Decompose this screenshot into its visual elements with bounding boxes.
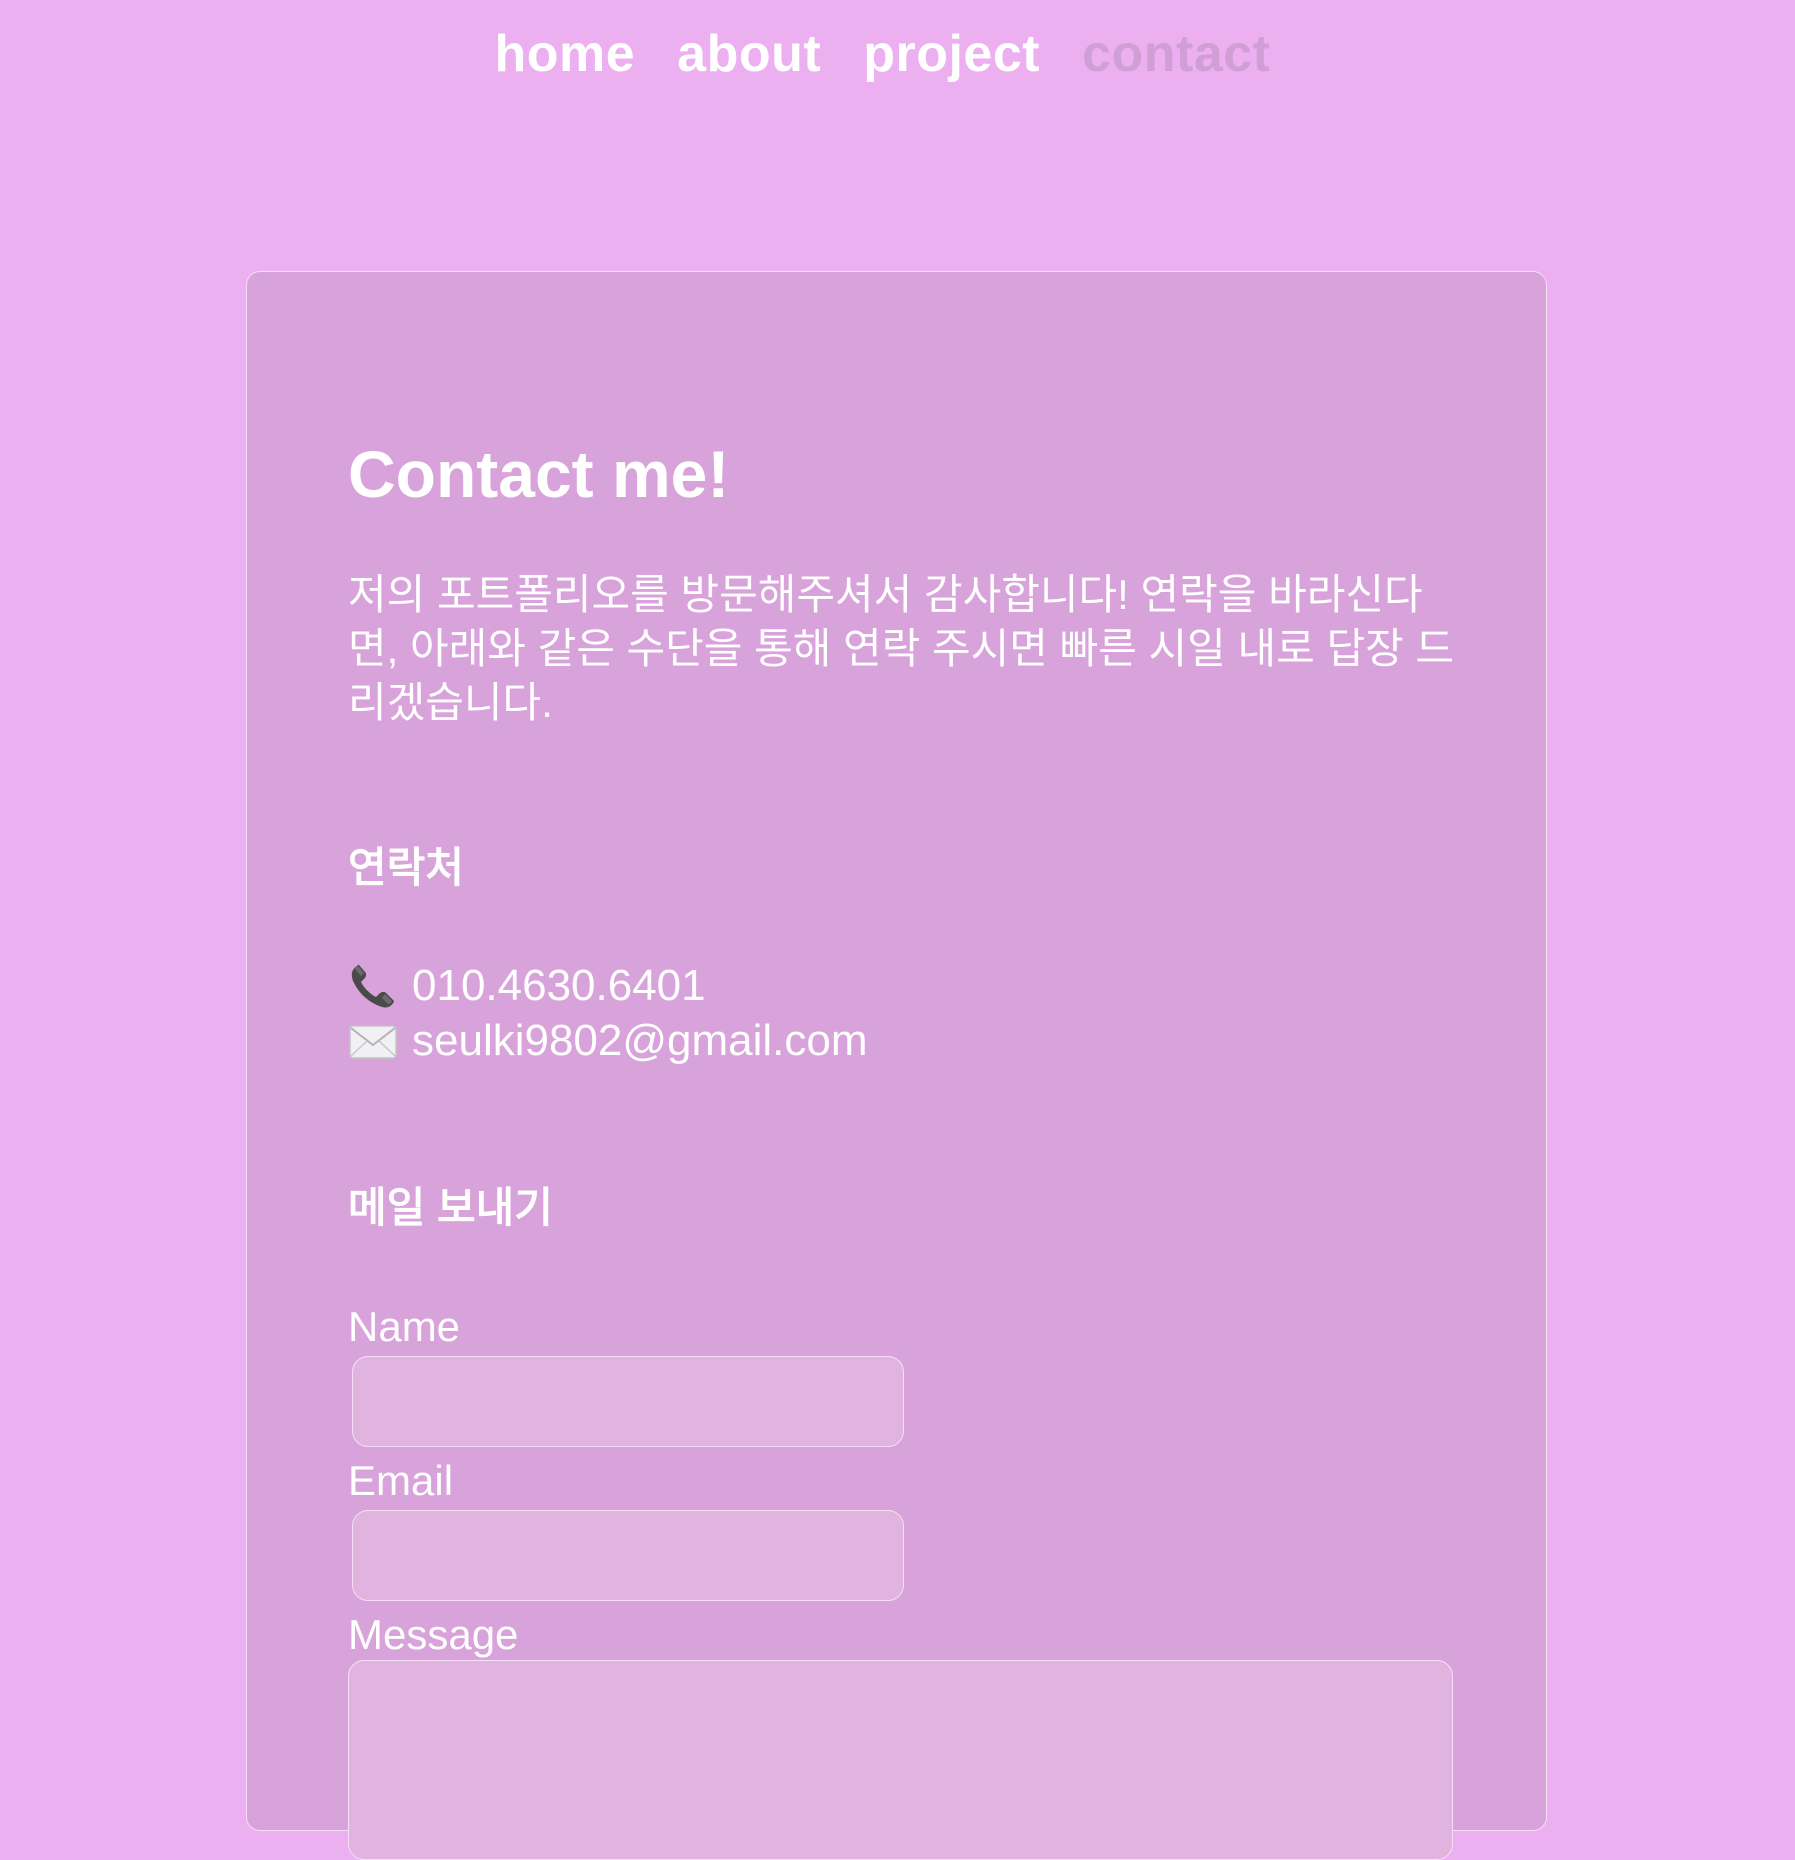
message-label: Message	[348, 1611, 519, 1658]
page-title: Contact me!	[348, 437, 730, 511]
top-nav: home about project contact	[0, 18, 1795, 90]
nav-project[interactable]: project	[863, 18, 1040, 90]
phone-number: 010.4630.6401	[412, 961, 706, 1010]
contact-info-heading: 연락처	[348, 844, 464, 891]
email-label: Email	[348, 1457, 454, 1504]
name-input[interactable]	[352, 1356, 904, 1447]
nav-about[interactable]: about	[677, 18, 821, 90]
email-address: seulki9802@gmail.com	[412, 1016, 868, 1065]
contact-card: Contact me! 저의 포트폴리오를 방문해주셔서 감사합니다! 연락을 …	[246, 271, 1547, 1860]
nav-contact[interactable]: contact	[1082, 18, 1270, 90]
name-label: Name	[348, 1303, 461, 1350]
telephone-icon	[348, 963, 398, 1009]
contact-info-list: 010.4630.6401 seulki9802@gmail.com	[348, 958, 868, 1068]
envelope-icon	[348, 1018, 398, 1064]
intro-text: 저의 포트폴리오를 방문해주셔서 감사합니다! 연락을 바라신다면, 아래와 같…	[348, 571, 1455, 726]
send-mail-heading: 메일 보내기	[348, 1184, 553, 1231]
phone-line: 010.4630.6401	[348, 958, 868, 1013]
email-input[interactable]	[352, 1510, 904, 1601]
message-textarea[interactable]	[348, 1660, 1453, 1860]
email-line: seulki9802@gmail.com	[348, 1013, 868, 1068]
nav-home[interactable]: home	[494, 18, 635, 90]
